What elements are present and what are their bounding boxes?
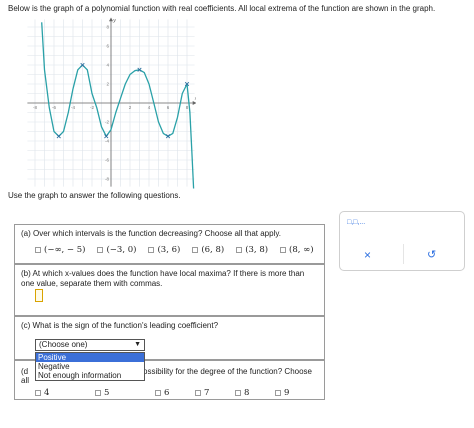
y-tick-label: -6 bbox=[105, 158, 109, 163]
checkbox[interactable] bbox=[192, 247, 199, 253]
option-label: (3, 8) bbox=[245, 245, 269, 255]
intro-text: Below is the graph of a polynomial funct… bbox=[8, 4, 436, 13]
interval-option-3[interactable]: (3, 6) bbox=[148, 245, 180, 255]
checkbox[interactable] bbox=[235, 390, 241, 396]
x-tick-label: -6 bbox=[52, 105, 56, 110]
option-label: 7 bbox=[204, 388, 210, 398]
checkbox[interactable] bbox=[280, 247, 287, 253]
checkbox[interactable] bbox=[236, 247, 243, 253]
degree-option-4[interactable]: 4 bbox=[35, 388, 95, 398]
checkbox[interactable] bbox=[195, 390, 201, 396]
option-label: 9 bbox=[284, 388, 290, 398]
option-label: 4 bbox=[44, 388, 50, 398]
interval-option-4[interactable]: (6, 8) bbox=[192, 245, 224, 255]
polynomial-curve bbox=[41, 22, 195, 189]
leading-coefficient-select[interactable]: (Choose one) ▼ bbox=[35, 339, 145, 351]
checkbox[interactable] bbox=[275, 390, 281, 396]
question-d-options: 4 5 6 7 8 9 bbox=[15, 386, 315, 398]
option-label: 5 bbox=[104, 388, 110, 398]
question-a-text: (a) Over which intervals is the function… bbox=[21, 229, 281, 238]
interval-option-5[interactable]: (3, 8) bbox=[236, 245, 268, 255]
question-d-text-line2: all bbox=[21, 376, 30, 385]
x-tick-label: -4 bbox=[71, 105, 75, 110]
y-tick-label: -4 bbox=[105, 139, 109, 144]
degree-option-8[interactable]: 8 bbox=[235, 388, 275, 398]
option-label: (−3, 0) bbox=[106, 245, 137, 255]
tool-divider bbox=[403, 244, 404, 264]
x-tick-label: 4 bbox=[148, 105, 151, 110]
checkbox[interactable] bbox=[155, 390, 161, 396]
reset-icon[interactable]: ↺ bbox=[427, 248, 436, 261]
option-label: 6 bbox=[164, 388, 170, 398]
interval-notation-tab[interactable]: □,□,... bbox=[347, 219, 365, 226]
question-a-options: (−∞, − 5) (−3, 0) (3, 6) (6, 8) (3, 8) (… bbox=[15, 243, 324, 255]
option-label: (8, ∞) bbox=[289, 245, 314, 255]
x-tick-label: 6 bbox=[167, 105, 170, 110]
question-b-text: (b) At which x-values does the function … bbox=[21, 269, 305, 288]
degree-option-6[interactable]: 6 bbox=[155, 388, 195, 398]
question-b-box: (b) At which x-values does the function … bbox=[14, 264, 325, 316]
question-a-box: (a) Over which intervals is the function… bbox=[14, 224, 325, 264]
dropdown-arrow-icon: ▼ bbox=[134, 341, 141, 348]
x-tick-label: 2 bbox=[129, 105, 132, 110]
question-c-text: (c) What is the sign of the function's l… bbox=[21, 321, 219, 330]
x-axis-label: x bbox=[195, 96, 196, 102]
degree-option-7[interactable]: 7 bbox=[195, 388, 235, 398]
sign-dropdown-list: Positive Negative Not enough information bbox=[35, 352, 145, 381]
checkbox[interactable] bbox=[35, 390, 41, 396]
dropdown-option-negative[interactable]: Negative bbox=[36, 362, 144, 371]
x-tick-label: 8 bbox=[186, 105, 189, 110]
question-c-box: (c) What is the sign of the function's l… bbox=[14, 316, 325, 381]
option-label: (6, 8) bbox=[201, 245, 225, 255]
question-d-text: ossibility for the degree of the functio… bbox=[143, 367, 312, 376]
question-d-label-start: (d bbox=[21, 367, 29, 376]
option-label: (3, 6) bbox=[157, 245, 181, 255]
checkbox[interactable] bbox=[35, 247, 41, 253]
interval-option-2[interactable]: (−3, 0) bbox=[97, 245, 136, 255]
dropdown-option-positive[interactable]: Positive bbox=[36, 353, 144, 362]
dropdown-option-not-enough-info[interactable]: Not enough information bbox=[36, 371, 144, 380]
y-axis-label: y bbox=[112, 17, 116, 23]
select-value: (Choose one) bbox=[39, 340, 88, 349]
clear-icon[interactable]: × bbox=[364, 248, 371, 262]
instructions-text: Use the graph to answer the following qu… bbox=[8, 191, 181, 200]
answer-tool-panel: □,□,... × ↺ bbox=[339, 211, 465, 271]
degree-option-9[interactable]: 9 bbox=[275, 388, 315, 398]
option-label: 8 bbox=[244, 388, 250, 398]
y-tick-label: -8 bbox=[105, 177, 109, 182]
checkbox[interactable] bbox=[148, 247, 155, 253]
checkbox[interactable] bbox=[97, 247, 104, 253]
interval-option-1[interactable]: (−∞, − 5) bbox=[35, 245, 85, 255]
y-tick-label: -2 bbox=[105, 120, 109, 125]
x-tick-label: -2 bbox=[90, 105, 94, 110]
local-maxima-input[interactable] bbox=[35, 289, 43, 302]
checkbox[interactable] bbox=[95, 390, 101, 396]
polynomial-graph: xy-8-6-4-224688642-2-4-6-8 bbox=[27, 17, 196, 189]
x-tick-label: -8 bbox=[33, 105, 37, 110]
option-label: (−∞, − 5) bbox=[44, 245, 86, 255]
interval-option-6[interactable]: (8, ∞) bbox=[280, 245, 314, 255]
degree-option-5[interactable]: 5 bbox=[95, 388, 155, 398]
